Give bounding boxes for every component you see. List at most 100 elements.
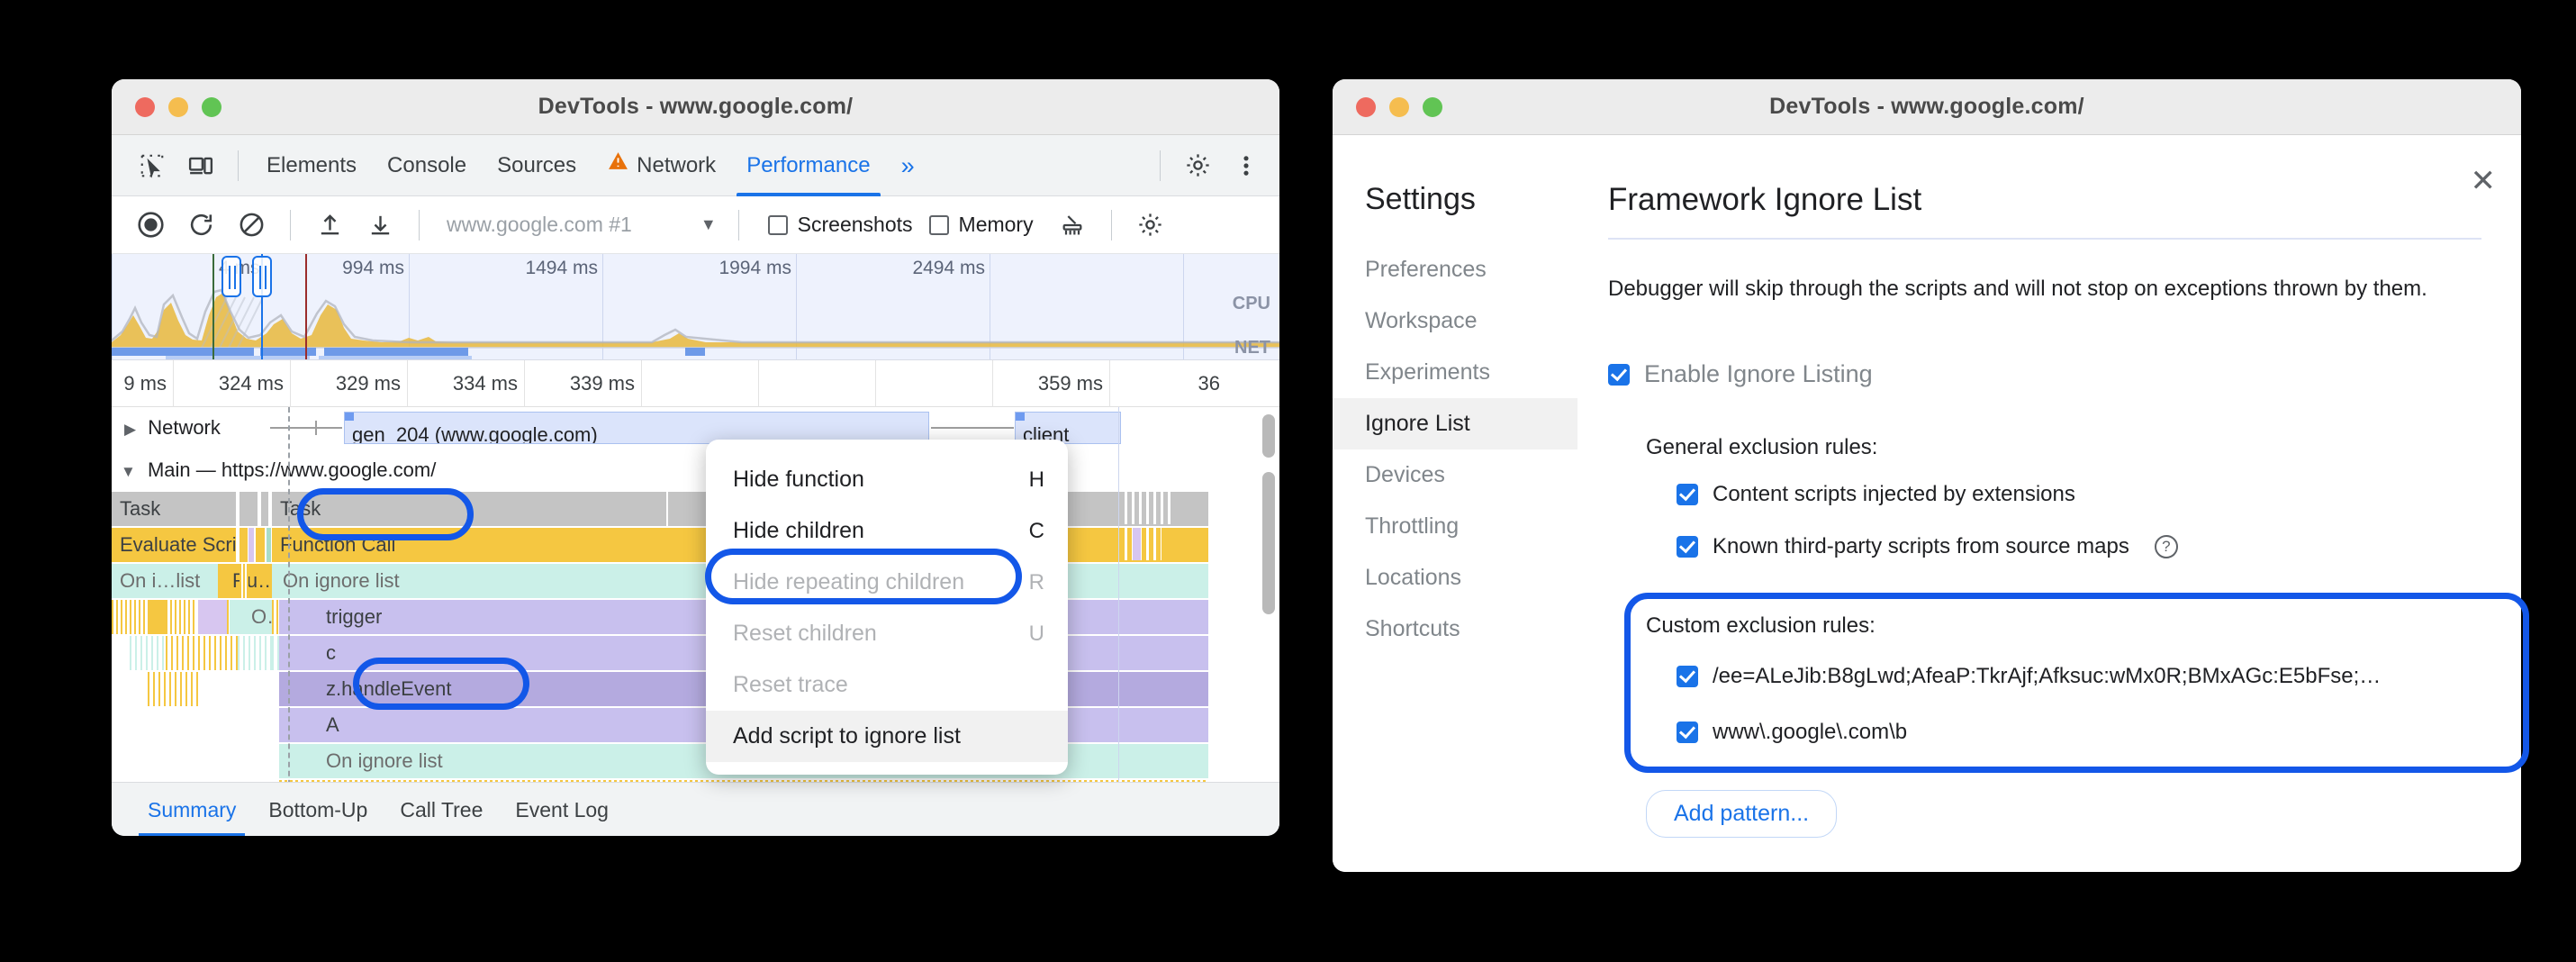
device-toolbar-icon[interactable]: [176, 141, 225, 190]
sidebar-item-devices[interactable]: Devices: [1333, 449, 1577, 501]
menu-item-add-script-to-ignore-list[interactable]: Add script to ignore list: [706, 711, 1068, 762]
sidebar-item-locations[interactable]: Locations: [1333, 552, 1577, 604]
flame-bar-sliver[interactable]: [256, 528, 265, 562]
collect-garbage-icon[interactable]: [1048, 201, 1097, 250]
checkbox-box[interactable]: [1677, 722, 1698, 743]
gear-icon[interactable]: [1173, 141, 1222, 190]
rule-third-party-source-maps-checkbox[interactable]: Known third-party scripts from source ma…: [1677, 534, 2481, 559]
toolbar-divider: [290, 210, 291, 240]
flame-bar-label: trigger: [326, 605, 382, 628]
minimize-window-button[interactable]: [1389, 97, 1409, 117]
selection-handle-right[interactable]: [252, 256, 272, 297]
flame-bar-sliver[interactable]: [261, 492, 268, 526]
sidebar-item-throttling[interactable]: Throttling: [1333, 501, 1577, 552]
upload-profile-icon[interactable]: [305, 201, 354, 250]
reload-record-icon[interactable]: [176, 201, 225, 250]
timeline-overview[interactable]: 4 ms 994 ms 1494 ms 1994 ms 2494 ms: [112, 254, 1279, 360]
checkbox-label: Screenshots: [798, 213, 913, 237]
selection-handle-left[interactable]: [221, 256, 241, 297]
traffic-lights[interactable]: [1333, 97, 1442, 117]
sidebar-item-preferences[interactable]: Preferences: [1333, 244, 1577, 295]
tab-bottom-up[interactable]: Bottom-Up: [252, 783, 384, 837]
rule-content-scripts-checkbox[interactable]: Content scripts injected by extensions: [1677, 482, 2481, 507]
toolbar-divider: [419, 210, 420, 240]
tab-performance[interactable]: Performance: [731, 135, 885, 196]
network-track-scrollbar[interactable]: [1262, 414, 1275, 458]
traffic-lights[interactable]: [112, 97, 221, 117]
tab-sources[interactable]: Sources: [482, 135, 592, 196]
download-profile-icon[interactable]: [356, 201, 404, 250]
settings-body: Settings Preferences Workspace Experimen…: [1333, 135, 2521, 872]
help-icon[interactable]: ?: [2155, 535, 2178, 558]
flame-bar-label: On i…list: [120, 569, 200, 592]
zoom-window-button[interactable]: [202, 97, 221, 117]
flame-chart-tracks[interactable]: ▶ Network gen_204 (www.google.com) clien…: [112, 407, 1279, 794]
memory-checkbox[interactable]: Memory: [929, 213, 1034, 237]
tab-network[interactable]: Network: [592, 135, 731, 196]
ruler-tick-label: 36: [1198, 372, 1220, 395]
network-overview-bars: [112, 348, 1279, 356]
clear-icon[interactable]: [227, 201, 276, 250]
checkbox-box[interactable]: [1677, 484, 1698, 505]
menu-item-hide-children[interactable]: Hide children C: [706, 505, 1068, 557]
flame-bar-sliver[interactable]: [240, 492, 258, 526]
checkbox-box[interactable]: [1677, 536, 1698, 558]
flame-bar-evaluate-script[interactable]: Evaluate Script: [112, 528, 236, 562]
checkbox-box[interactable]: [929, 215, 949, 235]
close-window-button[interactable]: [1356, 97, 1376, 117]
flame-bar-sliver[interactable]: [267, 528, 271, 562]
minimize-window-button[interactable]: [168, 97, 188, 117]
gear-icon[interactable]: [1126, 201, 1175, 250]
main-track-scrollbar[interactable]: [1262, 472, 1275, 614]
flame-bar-sliver[interactable]: [148, 600, 167, 634]
menu-item-hide-function[interactable]: Hide function H: [706, 454, 1068, 505]
sidebar-item-workspace[interactable]: Workspace: [1333, 295, 1577, 347]
overview-tick-label: 994 ms: [342, 258, 404, 279]
sidebar-item-ignore-list[interactable]: Ignore List: [1333, 398, 1577, 449]
custom-rule-row-1[interactable]: /ee=ALeJib:B8gLwd;AfeaP:TkrAjf;Afksuc:wM…: [1677, 664, 2481, 689]
sidebar-item-label: Experiments: [1365, 359, 1490, 385]
custom-rule-row-2[interactable]: www\.google\.com\b: [1677, 720, 2481, 745]
record-icon[interactable]: [126, 201, 175, 250]
flame-bar-sliver[interactable]: [240, 528, 248, 562]
tab-elements[interactable]: Elements: [251, 135, 372, 196]
flame-bar-task-left[interactable]: Task: [112, 492, 236, 526]
checkbox-box[interactable]: [1608, 364, 1630, 386]
network-connector: [270, 427, 315, 429]
flame-chart-context-menu[interactable]: Hide function H Hide children C Hide rep…: [706, 440, 1068, 775]
flame-bar-on-ignore-list-left[interactable]: On i…list: [112, 564, 218, 598]
zoom-window-button[interactable]: [1423, 97, 1442, 117]
flame-bar-sliver[interactable]: [249, 528, 254, 562]
close-icon[interactable]: ✕: [2471, 166, 2497, 196]
tab-summary[interactable]: Summary: [131, 783, 252, 837]
screenshots-checkbox[interactable]: Screenshots: [768, 213, 913, 237]
ruler-tick-label: 9 ms: [123, 372, 167, 395]
more-options-icon[interactable]: [1222, 141, 1270, 190]
menu-item-shortcut: H: [975, 467, 1044, 493]
checkbox-box[interactable]: [768, 215, 788, 235]
checkbox-box[interactable]: [1677, 666, 1698, 687]
inspect-element-icon[interactable]: [128, 141, 176, 190]
more-tabs-button[interactable]: »: [886, 135, 930, 196]
devtools-panel-tabbar: Elements Console Sources Network Perform…: [112, 135, 1279, 196]
flame-chart-canvas[interactable]: Task Task Evaluate Script Function Call …: [112, 492, 1279, 794]
overview-lane-net-label: NET: [1234, 338, 1270, 358]
sidebar-item-shortcuts[interactable]: Shortcuts: [1333, 604, 1577, 655]
tab-call-tree[interactable]: Call Tree: [384, 783, 499, 837]
chevron-down-icon[interactable]: ▼: [700, 215, 717, 234]
toolbar-divider: [238, 150, 239, 181]
enable-ignore-listing-checkbox[interactable]: Enable Ignore Listing: [1608, 360, 2481, 388]
collapse-main-icon[interactable]: ▼: [112, 458, 142, 481]
flame-bar-sliver[interactable]: [198, 600, 227, 634]
track-main[interactable]: ▼ Main — https://www.google.com/: [112, 450, 1279, 490]
trace-selector[interactable]: www.google.com #1: [434, 213, 645, 237]
flame-bar-task-right[interactable]: Task: [272, 492, 666, 526]
sidebar-item-experiments[interactable]: Experiments: [1333, 347, 1577, 398]
expand-network-icon[interactable]: ▶: [112, 416, 142, 439]
track-network[interactable]: ▶ Network gen_204 (www.google.com) clien…: [112, 407, 1279, 449]
tab-label: Network: [637, 135, 716, 196]
add-pattern-button[interactable]: Add pattern...: [1646, 790, 1837, 838]
close-window-button[interactable]: [135, 97, 155, 117]
tab-console[interactable]: Console: [372, 135, 482, 196]
tab-event-log[interactable]: Event Log: [499, 783, 625, 837]
